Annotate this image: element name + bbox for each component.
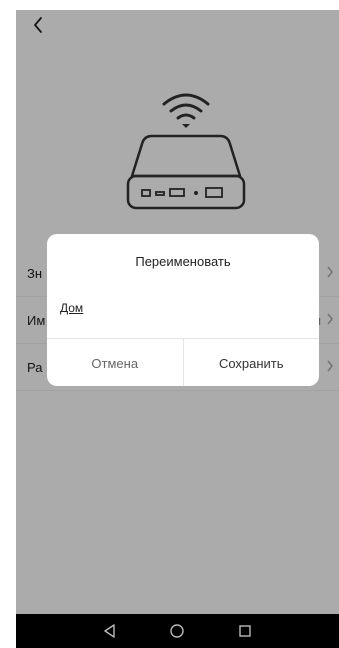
- nav-back-button[interactable]: [100, 621, 120, 641]
- system-navbar: [16, 614, 339, 648]
- name-input-value: Дом: [60, 301, 84, 315]
- square-recents-icon: [239, 625, 251, 637]
- save-button[interactable]: Сохранить: [184, 339, 320, 386]
- phone-screen: Зн Им м Ра Переи: [16, 10, 339, 648]
- dialog-buttons: Отмена Сохранить: [47, 338, 319, 386]
- circle-home-icon: [170, 624, 185, 638]
- name-input[interactable]: Дом: [60, 301, 306, 321]
- nav-home-button[interactable]: [167, 621, 187, 641]
- nav-recents-button[interactable]: [235, 621, 255, 641]
- triangle-back-icon: [104, 624, 115, 638]
- rename-dialog: Переименовать Дом Отмена Сохранить: [47, 234, 319, 386]
- cancel-button[interactable]: Отмена: [47, 339, 184, 386]
- dialog-title: Переименовать: [135, 254, 231, 269]
